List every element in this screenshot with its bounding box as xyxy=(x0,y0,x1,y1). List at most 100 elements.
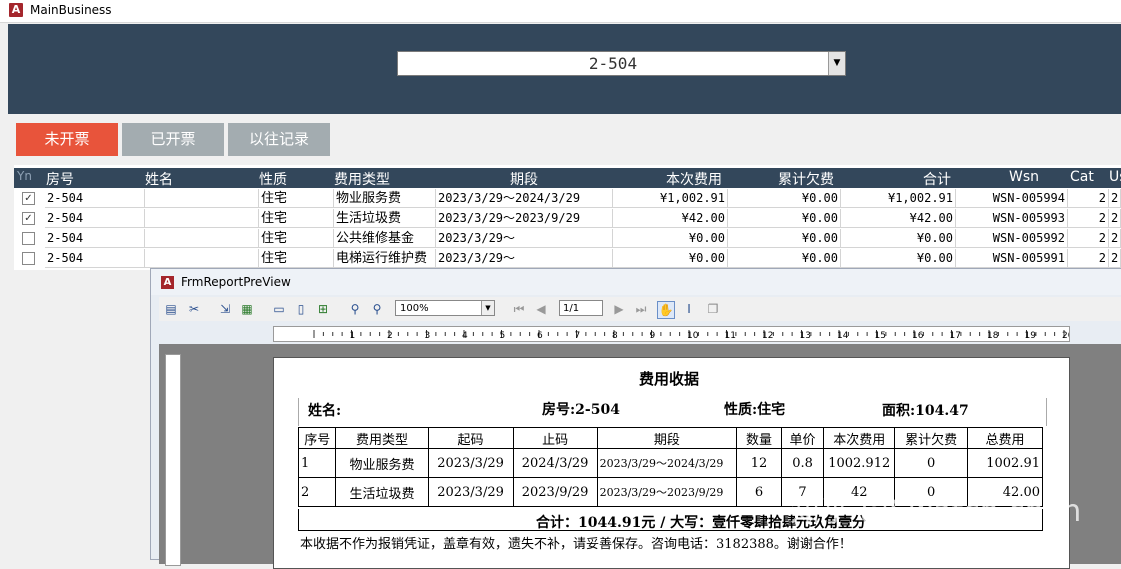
cell-cat[interactable]: 2 xyxy=(1068,209,1109,228)
cell-type[interactable]: 住宅 xyxy=(259,189,334,208)
cell-name[interactable] xyxy=(145,249,259,268)
room-select[interactable]: 2-504 ▼ xyxy=(397,51,846,76)
ruler-label: 17 xyxy=(950,331,961,341)
copy-icon[interactable]: ❐ xyxy=(705,301,721,317)
col-us[interactable]: Us xyxy=(1109,169,1121,185)
zoom-select[interactable]: 100% ▼ xyxy=(395,300,495,316)
col-wsn[interactable]: Wsn xyxy=(1009,169,1039,185)
single-page-icon[interactable]: ▭ xyxy=(271,301,287,317)
table-row[interactable]: 2-504 住宅 电梯运行维护费 2023/3/29～ ¥0.00 ¥0.00 ¥0.00 W… xyxy=(14,249,1121,269)
report-cell: 物业服务费 xyxy=(335,448,429,478)
col-room[interactable]: 房号 xyxy=(46,169,74,189)
cell-period[interactable]: 2023/3/29～2023/9/29 xyxy=(436,209,613,228)
page-number-input[interactable]: 1/1 xyxy=(559,300,603,316)
report-header-row: 序号 费用类型 起码 止码 期段 数量 单价 本次费用 累计欠费 总费用 xyxy=(297,427,1043,449)
cell-fee[interactable]: 公共维修基金 xyxy=(334,229,436,248)
cell-room[interactable]: 2-504 xyxy=(45,209,145,228)
cell-name[interactable] xyxy=(145,229,259,248)
table-row[interactable]: ✓ 2-504 住宅 物业服务费 2023/3/29～2024/3/29 ¥1,002.9… xyxy=(14,189,1121,209)
report-room-label: 房号:2-504 xyxy=(542,402,620,418)
cell-arrears[interactable]: ¥0.00 xyxy=(728,209,841,228)
report-cell: 12 xyxy=(736,448,782,478)
col-arrears[interactable]: 累计欠费 xyxy=(778,169,834,189)
cell-wsn[interactable]: WSN-005991 xyxy=(956,249,1068,268)
cell-us[interactable]: 2-5 xyxy=(1109,229,1121,248)
report-row: 1 物业服务费 2023/3/29 2024/3/29 2023/3/29～2024/3… xyxy=(297,448,1043,478)
cell-us[interactable]: 2-5 xyxy=(1109,249,1121,268)
report-cell: 1002.91 xyxy=(967,448,1043,478)
table-row[interactable]: ✓ 2-504 住宅 生活垃圾费 2023/3/29～2023/9/29 ¥42.00 ¥0… xyxy=(14,209,1121,229)
cell-wsn[interactable]: WSN-005993 xyxy=(956,209,1068,228)
chevron-down-icon[interactable]: ▼ xyxy=(828,52,845,75)
cell-fee[interactable]: 生活垃圾费 xyxy=(334,209,436,228)
tab-invoiced[interactable]: 已开票 xyxy=(122,123,224,156)
multi-page-icon[interactable]: ⊞ xyxy=(315,301,331,317)
tools-icon[interactable]: ✂ xyxy=(186,301,202,317)
cell-total[interactable]: ¥0.00 xyxy=(841,249,956,268)
cell-arrears[interactable]: ¥0.00 xyxy=(728,189,841,208)
cell-cat[interactable]: 2 xyxy=(1068,249,1109,268)
text-select-icon[interactable]: I xyxy=(681,301,697,317)
cell-fee[interactable]: 物业服务费 xyxy=(334,189,436,208)
cell-room[interactable]: 2-504 xyxy=(45,249,145,268)
cell-total[interactable]: ¥42.00 xyxy=(841,209,956,228)
cell-cat[interactable]: 2 xyxy=(1068,229,1109,248)
tab-history[interactable]: 以往记录 xyxy=(228,123,330,156)
col-cat[interactable]: Cat xyxy=(1070,169,1094,185)
cell-fee[interactable]: 电梯运行维护费 xyxy=(334,249,436,268)
next-page-icon[interactable]: ▶ xyxy=(611,301,627,317)
cell-current[interactable]: ¥0.00 xyxy=(613,249,728,268)
table-row[interactable]: 2-504 住宅 公共维修基金 2023/3/29～ ¥0.00 ¥0.00 ¥0.00 WS… xyxy=(14,229,1121,249)
book-icon[interactable]: ▤ xyxy=(163,301,179,317)
ruler-label: 6 xyxy=(537,331,543,341)
col-yn[interactable]: Yn xyxy=(17,169,32,183)
first-page-icon[interactable]: ⏮ xyxy=(511,301,527,317)
cell-arrears[interactable]: ¥0.00 xyxy=(728,229,841,248)
zoom-in-icon[interactable]: ⚲ xyxy=(347,301,363,317)
cell-cat[interactable]: 2 xyxy=(1068,189,1109,208)
cell-total[interactable]: ¥0.00 xyxy=(841,229,956,248)
cell-type[interactable]: 住宅 xyxy=(259,209,334,228)
row-checkbox[interactable] xyxy=(22,232,35,245)
cell-current[interactable]: ¥0.00 xyxy=(613,229,728,248)
col-period[interactable]: 期段 xyxy=(510,169,538,189)
two-page-icon[interactable]: ▯ xyxy=(293,301,309,317)
cell-wsn[interactable]: WSN-005994 xyxy=(956,189,1068,208)
cell-name[interactable] xyxy=(145,189,259,208)
cell-total[interactable]: ¥1,002.91 xyxy=(841,189,956,208)
cell-wsn[interactable]: WSN-005992 xyxy=(956,229,1068,248)
cell-room[interactable]: 2-504 xyxy=(45,189,145,208)
row-checkbox[interactable] xyxy=(22,252,35,265)
col-current[interactable]: 本次费用 xyxy=(666,169,722,189)
cell-current[interactable]: ¥42.00 xyxy=(613,209,728,228)
col-type[interactable]: 性质 xyxy=(259,169,287,189)
cell-room[interactable]: 2-504 xyxy=(45,229,145,248)
col-name[interactable]: 姓名 xyxy=(145,169,173,189)
chevron-down-icon[interactable]: ▼ xyxy=(481,301,494,315)
zoom-out-icon[interactable]: ⚲ xyxy=(369,301,385,317)
cell-period[interactable]: 2023/3/29～ xyxy=(436,249,613,268)
report-title-bar: A FrmReportPreView xyxy=(151,269,1121,295)
cell-name[interactable] xyxy=(145,209,259,228)
cell-period[interactable]: 2023/3/29～2024/3/29 xyxy=(436,189,613,208)
col-total[interactable]: 合计 xyxy=(923,169,951,189)
report-title: 费用收据 xyxy=(639,370,700,388)
hand-icon[interactable]: ✋ xyxy=(657,301,675,319)
cell-us[interactable]: 2-5 xyxy=(1109,209,1121,228)
tab-uninvoiced[interactable]: 未开票 xyxy=(16,123,118,156)
col-fee-type[interactable]: 费用类型 xyxy=(334,169,390,189)
cell-period[interactable]: 2023/3/29～ xyxy=(436,229,613,248)
ruler-label: 11 xyxy=(725,331,736,341)
excel-icon[interactable]: ▦ xyxy=(239,301,255,317)
cell-type[interactable]: 住宅 xyxy=(259,249,334,268)
ruler-label: 9 xyxy=(650,331,656,341)
cell-us[interactable]: 2-5 xyxy=(1109,189,1121,208)
row-checkbox[interactable]: ✓ xyxy=(22,212,35,225)
last-page-icon[interactable]: ⏭ xyxy=(633,301,649,317)
row-checkbox[interactable]: ✓ xyxy=(22,192,35,205)
cell-type[interactable]: 住宅 xyxy=(259,229,334,248)
cell-arrears[interactable]: ¥0.00 xyxy=(728,249,841,268)
prev-page-icon[interactable]: ◀ xyxy=(533,301,549,317)
export-icon[interactable]: ⇲ xyxy=(217,301,233,317)
cell-current[interactable]: ¥1,002.91 xyxy=(613,189,728,208)
